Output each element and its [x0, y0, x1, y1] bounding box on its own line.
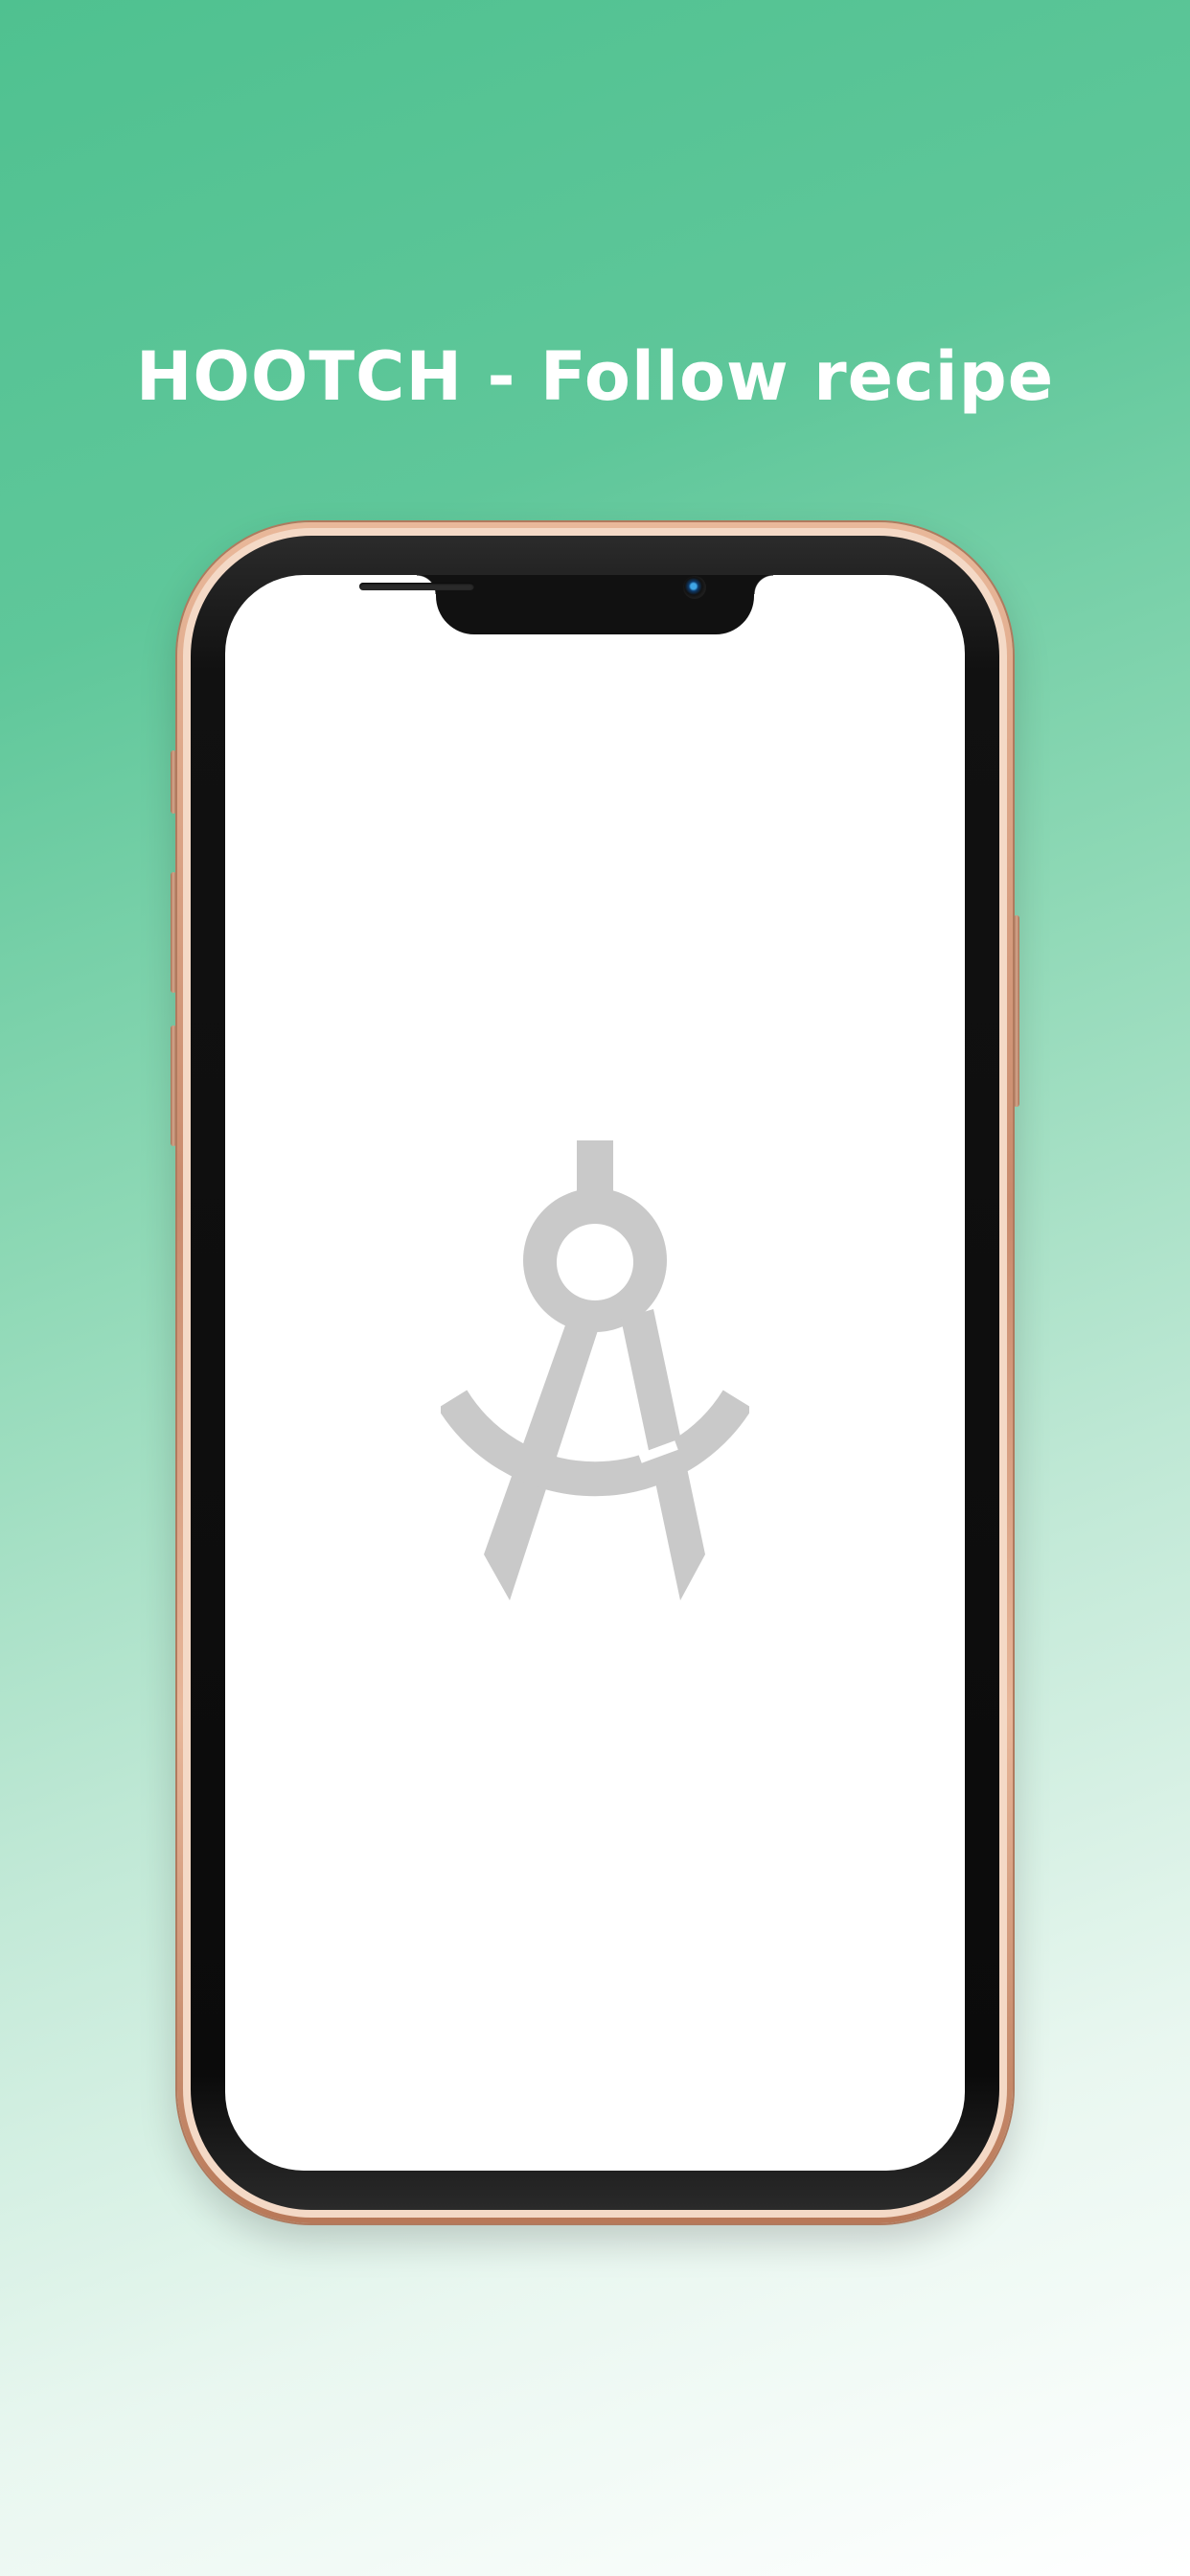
power-button	[1014, 915, 1019, 1107]
volume-down-button	[171, 1025, 176, 1146]
phone-notch	[417, 575, 773, 634]
silent-switch	[171, 750, 176, 814]
page-title: HOOTCH - Follow recipe	[135, 337, 1055, 416]
compass-icon	[441, 1140, 749, 1600]
earpiece-speaker	[359, 583, 474, 590]
volume-up-button	[171, 872, 176, 993]
front-camera	[683, 576, 706, 599]
